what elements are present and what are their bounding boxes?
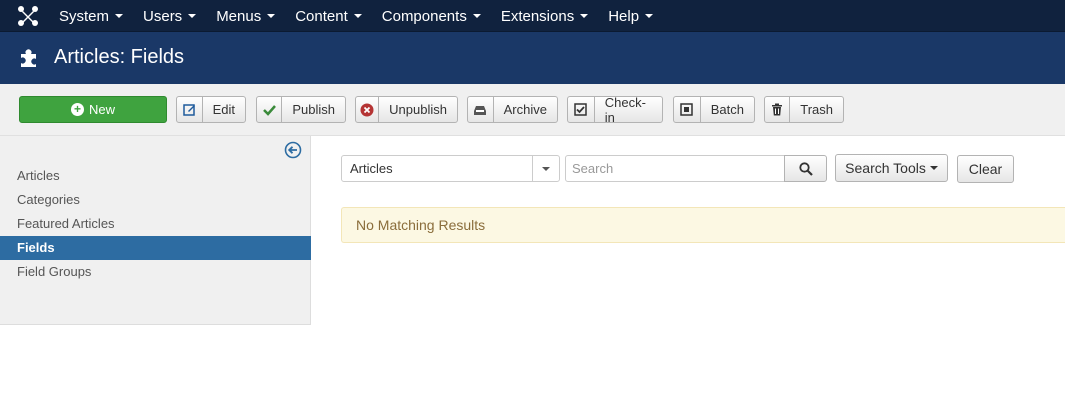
caret-down-icon xyxy=(267,14,276,18)
menu-users[interactable]: Users xyxy=(143,0,197,32)
menu-label: Components xyxy=(381,7,467,25)
search-input[interactable] xyxy=(565,155,785,182)
checkin-button-label: Check-in xyxy=(604,94,646,125)
sidebar-item-fields[interactable]: Fields xyxy=(0,236,311,260)
page-title: Articles: Fields xyxy=(54,46,185,68)
archive-button[interactable]: Archive xyxy=(467,96,558,123)
menu-label: Content xyxy=(295,7,348,25)
batch-button[interactable]: Batch xyxy=(673,96,755,123)
publish-button-label: Publish xyxy=(292,102,335,117)
trash-icon xyxy=(765,97,791,122)
chevron-down-icon xyxy=(532,156,559,181)
caret-down-icon xyxy=(115,14,124,18)
batch-button-label: Batch xyxy=(710,102,744,117)
new-button-label: New xyxy=(88,102,115,117)
menu-content[interactable]: Content xyxy=(295,0,362,32)
sidebar-item-field-groups[interactable]: Field Groups xyxy=(0,260,311,284)
sidebar-item-featured-articles[interactable]: Featured Articles xyxy=(0,212,311,236)
search-tools-button[interactable]: Search Tools xyxy=(835,154,948,182)
search-tools-label: Search Tools xyxy=(845,160,926,176)
sidebar: Articles Categories Featured Articles Fi… xyxy=(0,136,311,325)
check-icon xyxy=(257,97,283,122)
top-navbar: System Users Menus Content Components Ex… xyxy=(0,0,1065,32)
menu-label: System xyxy=(59,7,110,25)
menu-label: Extensions xyxy=(500,7,575,25)
context-select[interactable]: Articles xyxy=(341,155,560,182)
publish-button[interactable]: Publish xyxy=(256,96,346,123)
batch-icon xyxy=(674,97,701,122)
caret-down-icon xyxy=(645,14,654,18)
menu-label: Menus xyxy=(216,7,262,25)
toolbar: + New Edit Publish Unpublish Archive Che… xyxy=(0,84,1065,136)
no-results-alert: No Matching Results xyxy=(341,207,1065,243)
menu-label: Users xyxy=(143,7,183,25)
caret-down-icon xyxy=(472,14,481,18)
collapse-left-icon[interactable] xyxy=(284,141,302,159)
joomla-logo-icon[interactable] xyxy=(17,5,39,27)
menu-extensions[interactable]: Extensions xyxy=(500,0,589,32)
edit-button-label: Edit xyxy=(212,102,235,117)
plus-icon: + xyxy=(70,103,84,116)
checkbox-icon xyxy=(568,97,595,122)
main-menu: System Users Menus Content Components Ex… xyxy=(59,0,673,32)
caret-down-icon xyxy=(353,14,362,18)
menu-menus[interactable]: Menus xyxy=(216,0,276,32)
page-header: Articles: Fields xyxy=(0,32,1065,84)
clear-button[interactable]: Clear xyxy=(957,155,1014,183)
edit-button[interactable]: Edit xyxy=(176,96,246,123)
puzzle-icon xyxy=(21,49,36,67)
checkin-button[interactable]: Check-in xyxy=(567,94,663,125)
unpublish-button-label: Unpublish xyxy=(389,102,447,117)
caret-down-icon xyxy=(580,14,589,18)
menu-help[interactable]: Help xyxy=(608,0,654,32)
trash-button[interactable]: Trash xyxy=(764,96,844,123)
unpublish-button[interactable]: Unpublish xyxy=(355,96,458,123)
search-button[interactable] xyxy=(784,155,827,182)
sidebar-item-articles[interactable]: Articles xyxy=(0,164,311,188)
clear-button-label: Clear xyxy=(968,161,1003,177)
sidebar-list: Articles Categories Featured Articles Fi… xyxy=(0,164,311,284)
new-button[interactable]: + New xyxy=(19,96,167,123)
menu-components[interactable]: Components xyxy=(382,0,481,32)
unpublish-icon xyxy=(356,97,380,122)
context-select-value: Articles xyxy=(350,161,393,176)
archive-button-label: Archive xyxy=(503,102,547,117)
archive-icon xyxy=(468,97,494,122)
caret-down-icon xyxy=(188,14,197,18)
trash-button-label: Trash xyxy=(800,102,833,117)
caret-down-icon xyxy=(929,166,938,170)
sidebar-item-categories[interactable]: Categories xyxy=(0,188,311,212)
edit-icon xyxy=(177,97,203,122)
menu-system[interactable]: System xyxy=(59,0,124,32)
menu-label: Help xyxy=(608,7,640,25)
search-icon xyxy=(798,161,813,176)
